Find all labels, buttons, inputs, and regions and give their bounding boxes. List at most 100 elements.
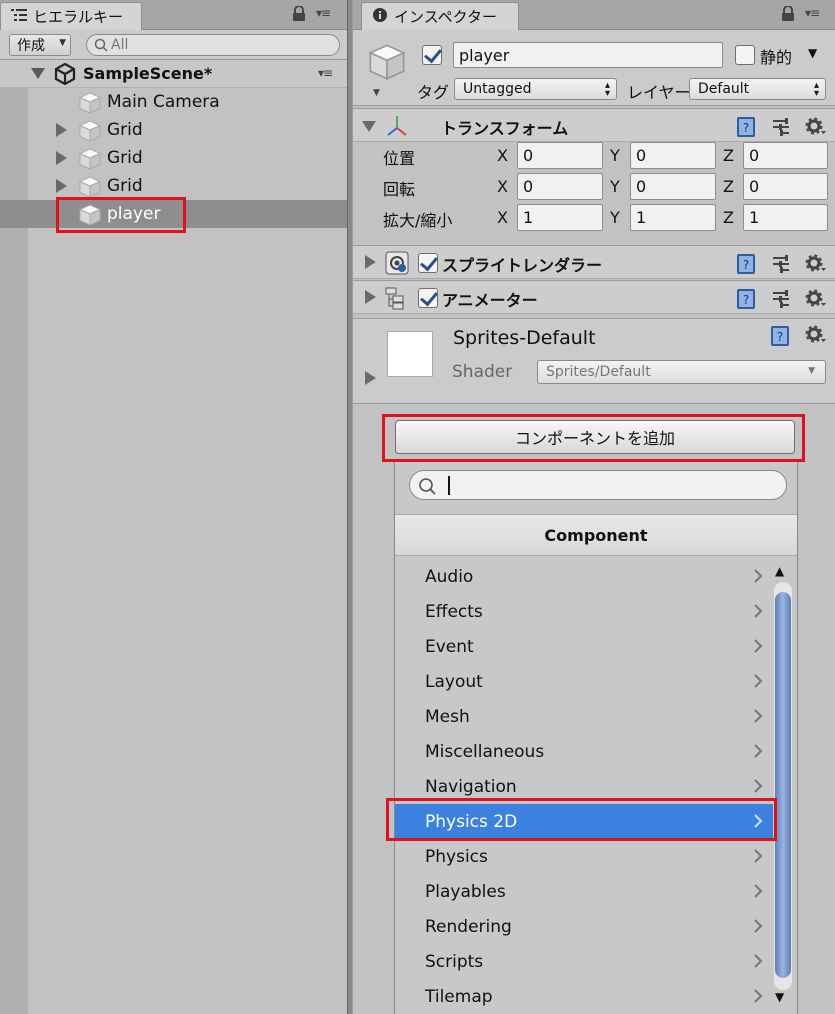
search-placeholder: All: [111, 37, 129, 53]
active-checkbox[interactable]: [422, 45, 442, 65]
panel-menu-icon[interactable]: ▾≡: [316, 6, 331, 20]
component-category-event[interactable]: Event: [395, 629, 773, 664]
chevron-right-icon: [753, 953, 763, 974]
scroll-up-icon[interactable]: ▲: [775, 564, 784, 578]
fold-open-icon[interactable]: [31, 68, 45, 79]
static-checkbox[interactable]: [735, 45, 755, 65]
material-name: Sprites-Default: [453, 327, 596, 349]
component-category-layout[interactable]: Layout: [395, 664, 773, 699]
help-book-icon[interactable]: ?: [735, 253, 757, 279]
scrollbar-thumb[interactable]: [775, 592, 791, 978]
component-category-rendering[interactable]: Rendering: [395, 909, 773, 944]
animator-header[interactable]: アニメーター ?: [353, 280, 835, 314]
lock-icon[interactable]: [292, 5, 306, 22]
sprite-renderer-title: スプライトレンダラー: [442, 256, 603, 275]
component-category-audio[interactable]: Audio: [395, 559, 773, 594]
chevron-right-icon: [753, 603, 763, 624]
transform-title: トランスフォーム: [441, 119, 569, 138]
help-book-icon[interactable]: ?: [769, 325, 791, 351]
shader-label: Shader: [452, 362, 513, 382]
axis-x-label: X: [497, 177, 508, 196]
scene-menu-icon[interactable]: ▾≡: [318, 66, 333, 80]
scroll-down-icon[interactable]: ▼: [775, 990, 784, 1004]
hierarchy-tabbar: ヒエラルキー ▾≡: [0, 0, 347, 30]
axis-z-label: Z: [723, 208, 734, 227]
lock-icon[interactable]: [781, 5, 795, 22]
chevron-down-icon: ▼: [808, 366, 815, 376]
fold-closed-icon[interactable]: [56, 179, 67, 193]
updown-icon: ▴ ▾: [604, 80, 610, 99]
scale-y-field[interactable]: 1: [630, 204, 716, 231]
vertical-scrollbar[interactable]: ▲ ▼: [771, 560, 793, 1008]
rotation-x-field[interactable]: 0: [517, 173, 603, 200]
hierarchy-item-grid[interactable]: Grid: [0, 116, 347, 144]
chevron-right-icon: [753, 988, 763, 1009]
help-book-icon[interactable]: ?: [735, 116, 757, 142]
create-dropdown-button[interactable]: 作成 ▼: [9, 34, 71, 56]
layer-dropdown[interactable]: Default ▴ ▾: [689, 78, 826, 100]
scale-x-field[interactable]: 1: [517, 204, 603, 231]
transform-header[interactable]: トランスフォーム ?: [353, 108, 835, 142]
scale-z-field[interactable]: 1: [743, 204, 828, 231]
position-z-field[interactable]: 0: [743, 142, 828, 169]
chevron-right-icon: [753, 918, 763, 939]
gear-icon[interactable]: [805, 289, 827, 313]
rotation-label: 回転: [383, 180, 416, 199]
rotation-y-field[interactable]: 0: [630, 173, 716, 200]
preset-sliders-icon[interactable]: [771, 254, 791, 278]
sprite-renderer-enabled-checkbox[interactable]: [418, 253, 438, 273]
hierarchy-item-main-camera[interactable]: Main Camera: [0, 88, 347, 116]
hierarchy-list-icon: [11, 8, 27, 26]
preset-sliders-icon[interactable]: [771, 117, 791, 141]
animator-title: アニメーター: [442, 291, 538, 310]
panel-menu-icon[interactable]: ▾≡: [805, 6, 820, 20]
component-category-tilemap[interactable]: Tilemap: [395, 979, 773, 1014]
icon-dropdown-icon[interactable]: ▼: [373, 88, 380, 98]
tab-hierarchy[interactable]: ヒエラルキー: [0, 2, 142, 30]
gear-icon[interactable]: [805, 117, 827, 141]
fold-closed-icon[interactable]: [365, 371, 376, 385]
preset-sliders-icon[interactable]: [771, 289, 791, 313]
static-dropdown-icon[interactable]: ▼: [808, 46, 817, 60]
hierarchy-item-grid[interactable]: Grid: [0, 172, 347, 200]
gear-icon[interactable]: [805, 254, 827, 278]
fold-closed-icon[interactable]: [56, 151, 67, 165]
component-search-input[interactable]: [409, 470, 787, 500]
hierarchy-item-grid[interactable]: Grid: [0, 144, 347, 172]
component-category-physics[interactable]: Physics: [395, 839, 773, 874]
hierarchy-search-input[interactable]: All: [86, 34, 340, 56]
material-preview[interactable]: [387, 331, 433, 377]
component-category-playables[interactable]: Playables: [395, 874, 773, 909]
svg-text:?: ?: [777, 330, 783, 344]
fold-closed-icon[interactable]: [56, 123, 67, 137]
scene-row[interactable]: SampleScene* ▾≡: [0, 60, 347, 88]
component-category-mesh[interactable]: Mesh: [395, 699, 773, 734]
fold-closed-icon[interactable]: [365, 290, 376, 304]
component-category-miscellaneous[interactable]: Miscellaneous: [395, 734, 773, 769]
shader-dropdown[interactable]: Sprites/Default ▼: [537, 360, 826, 384]
tag-dropdown[interactable]: Untagged ▴ ▾: [454, 78, 617, 100]
hierarchy-toolbar: 作成 ▼ All: [0, 30, 347, 60]
fold-closed-icon[interactable]: [365, 255, 376, 269]
hierarchy-item-label: Grid: [107, 148, 143, 168]
component-category-effects[interactable]: Effects: [395, 594, 773, 629]
svg-text:?: ?: [743, 293, 749, 307]
chevron-right-icon: [753, 708, 763, 729]
sprite-renderer-header[interactable]: スプライトレンダラー ?: [353, 245, 835, 279]
fold-open-icon[interactable]: [362, 121, 376, 132]
highlight-box-physics-2d: [386, 798, 777, 841]
component-category-scripts[interactable]: Scripts: [395, 944, 773, 979]
create-label: 作成: [17, 38, 45, 54]
tab-inspector[interactable]: インスペクター: [361, 2, 519, 30]
category-label: Tilemap: [425, 986, 493, 1007]
object-name-field[interactable]: player: [453, 42, 723, 68]
gear-icon[interactable]: [805, 325, 827, 351]
category-label: Event: [425, 636, 474, 657]
animator-enabled-checkbox[interactable]: [418, 288, 438, 308]
help-book-icon[interactable]: ?: [735, 288, 757, 314]
position-y-field[interactable]: 0: [630, 142, 716, 169]
rotation-z-field[interactable]: 0: [743, 173, 828, 200]
add-component-popup: Component Audio Effects Event Layout Mes…: [394, 462, 798, 1014]
gameobject-cube-icon: [367, 42, 407, 86]
position-x-field[interactable]: 0: [517, 142, 603, 169]
